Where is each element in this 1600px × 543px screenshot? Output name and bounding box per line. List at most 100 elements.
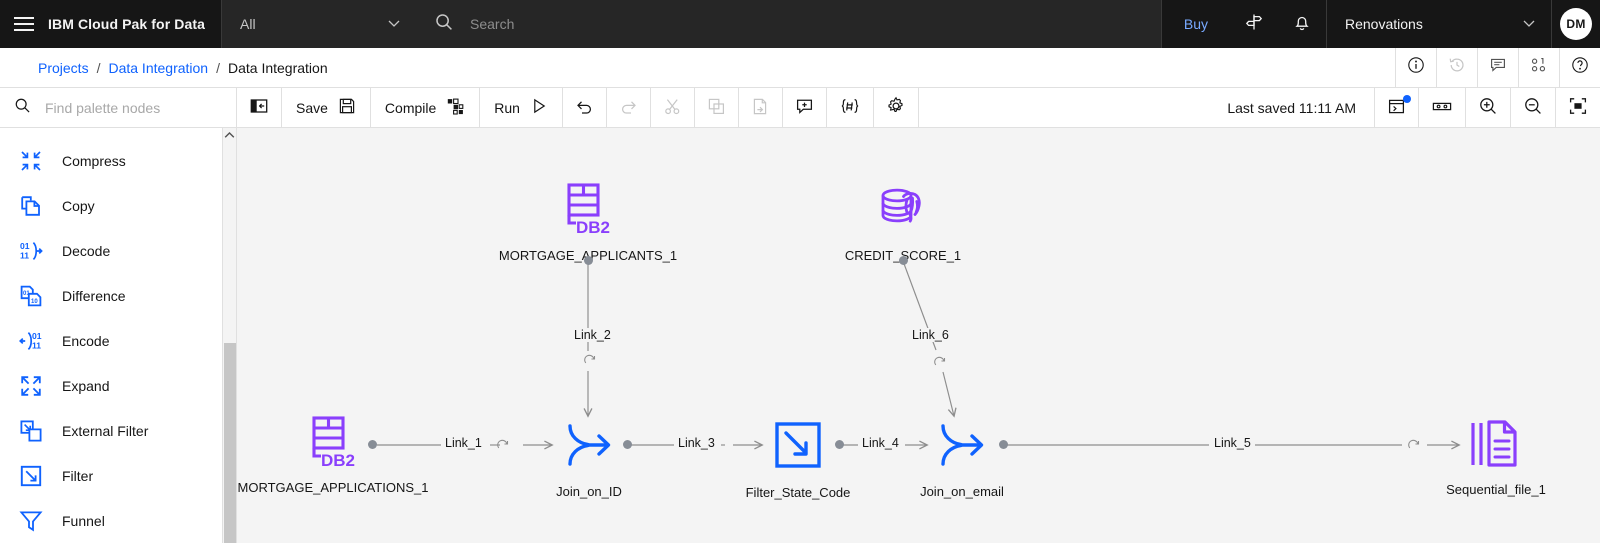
help-button[interactable] (1560, 48, 1600, 88)
fit-width-button[interactable] (1419, 88, 1466, 127)
body-area: Compress Copy 01 11 Decode 01 10 Differe… (0, 128, 1600, 543)
link-label-link-6[interactable]: Link_6 (908, 328, 953, 342)
link-label-link-5[interactable]: Link_5 (1210, 436, 1255, 450)
fit-width-icon (1431, 97, 1453, 119)
signpost-button[interactable] (1230, 0, 1278, 48)
account-dropdown[interactable]: Renovations (1327, 0, 1551, 48)
difference-icon: 01 10 (18, 283, 44, 309)
redo-button[interactable] (607, 88, 651, 127)
add-comment-button[interactable] (783, 88, 827, 127)
breadcrumb-item-data-integration[interactable]: Data Integration (108, 60, 208, 76)
history-button[interactable] (1437, 48, 1477, 88)
flow-canvas[interactable]: DB2 MORTGAGE_APPLICANTS_1 (237, 128, 1600, 543)
breadcrumb-item-projects[interactable]: Projects (38, 60, 89, 76)
node-output-port[interactable] (999, 440, 1008, 449)
undo-icon (575, 97, 594, 119)
breadcrumb-bar: Projects / Data Integration / Data Integ… (0, 47, 1600, 88)
palette-item-difference[interactable]: 01 10 Difference (0, 273, 236, 318)
palette-item-funnel[interactable]: Funnel (0, 498, 236, 543)
node-mortgage-applications-1[interactable]: DB2 MORTGAGE_APPLICATIONS_1 (238, 414, 428, 495)
compile-button-label: Compile (384, 99, 437, 116)
node-output-port[interactable] (899, 256, 908, 265)
svg-text:10: 10 (31, 299, 38, 305)
zoom-out-icon (1523, 96, 1543, 119)
link-refresh-icon[interactable] (1407, 439, 1420, 457)
user-avatar-button[interactable]: DM (1552, 0, 1600, 48)
breadcrumb-actions (1395, 47, 1600, 88)
parameters-button[interactable] (827, 88, 874, 127)
link-label-link-3[interactable]: Link_3 (674, 436, 719, 450)
node-output-port[interactable] (623, 440, 632, 449)
palette-item-filter[interactable]: Filter (0, 453, 236, 498)
node-join-on-email[interactable]: Join_on_email (920, 418, 1004, 499)
buy-link[interactable]: Buy (1162, 0, 1230, 48)
link-label-link-1[interactable]: Link_1 (441, 436, 486, 450)
notifications-button[interactable] (1278, 0, 1326, 48)
palette-item-expand[interactable]: Expand (0, 363, 236, 408)
info-button[interactable] (1396, 48, 1436, 88)
save-button[interactable]: Save (282, 88, 371, 127)
zoom-out-button[interactable] (1511, 88, 1556, 127)
palette-item-encode[interactable]: 01 11 Encode (0, 318, 236, 363)
palette-item-list: Compress Copy 01 11 Decode 01 10 Differe… (0, 128, 236, 543)
link-refresh-icon[interactable] (496, 439, 509, 457)
palette-item-decode[interactable]: 01 11 Decode (0, 228, 236, 273)
node-palette: Compress Copy 01 11 Decode 01 10 Differe… (0, 128, 237, 543)
chevron-up-icon (224, 128, 235, 145)
node-output-port[interactable] (368, 440, 377, 449)
run-button[interactable]: Run (480, 88, 563, 127)
redo-icon (619, 97, 638, 119)
toggle-palette-button[interactable] (237, 88, 282, 127)
undo-button[interactable] (563, 88, 607, 127)
zoom-in-icon (1478, 96, 1498, 119)
gear-icon (886, 96, 906, 119)
open-right-panel-button[interactable] (1375, 88, 1419, 127)
palette-item-copy[interactable]: Copy (0, 183, 236, 228)
link-label-link-2[interactable]: Link_2 (570, 328, 615, 342)
node-mortgage-applicants-1[interactable]: DB2 MORTGAGE_APPLICANTS_1 (499, 180, 677, 263)
node-join-on-id[interactable]: Join_on_ID (556, 418, 622, 499)
node-filter-state-code[interactable]: Filter_State_Code (746, 419, 850, 500)
paste-icon (751, 97, 770, 119)
palette-item-label: Filter (62, 467, 94, 484)
palette-search-input[interactable]: Find palette nodes (0, 88, 237, 127)
scope-dropdown[interactable]: All (222, 0, 416, 48)
copy-icon (707, 97, 726, 119)
zoom-in-button[interactable] (1466, 88, 1511, 127)
signpost-icon (1244, 12, 1264, 37)
copy-button[interactable] (695, 88, 739, 127)
link-label-link-4[interactable]: Link_4 (858, 436, 903, 450)
play-icon (530, 97, 548, 118)
connections-icon (1529, 56, 1549, 79)
join-icon (557, 418, 621, 472)
paste-button[interactable] (739, 88, 783, 127)
node-credit-score-1[interactable]: CREDIT_SCORE_1 (845, 180, 961, 263)
comments-button[interactable] (1478, 48, 1518, 88)
node-label: Join_on_email (920, 484, 1004, 499)
bell-icon (1292, 12, 1312, 37)
compile-button[interactable]: Compile (371, 88, 481, 127)
breadcrumb-item-current: Data Integration (227, 59, 328, 76)
node-sequential-file-1[interactable]: Sequential_file_1 (1446, 416, 1546, 497)
scope-dropdown-value: All (240, 16, 256, 32)
global-search-input[interactable]: Search (416, 0, 1161, 48)
cut-button[interactable] (651, 88, 695, 127)
parameters-icon (839, 97, 861, 119)
palette-item-external-filter[interactable]: External Filter (0, 408, 236, 453)
palette-scrollbar-thumb[interactable] (224, 343, 236, 543)
sequential-file-icon (1463, 416, 1529, 474)
link-refresh-icon[interactable] (583, 354, 596, 372)
link-refresh-icon[interactable] (933, 356, 946, 374)
settings-button[interactable] (874, 88, 919, 127)
postgres-database-icon (870, 180, 936, 242)
connections-button[interactable] (1519, 48, 1559, 88)
palette-item-compress[interactable]: Compress (0, 138, 236, 183)
node-output-port[interactable] (835, 440, 844, 449)
palette-scrollbar[interactable] (222, 128, 236, 543)
hamburger-menu-button[interactable] (0, 0, 48, 48)
funnel-icon (18, 508, 44, 534)
scroll-up-button[interactable] (223, 128, 236, 144)
zoom-to-fit-button[interactable] (1556, 88, 1600, 127)
node-output-port[interactable] (584, 256, 593, 265)
